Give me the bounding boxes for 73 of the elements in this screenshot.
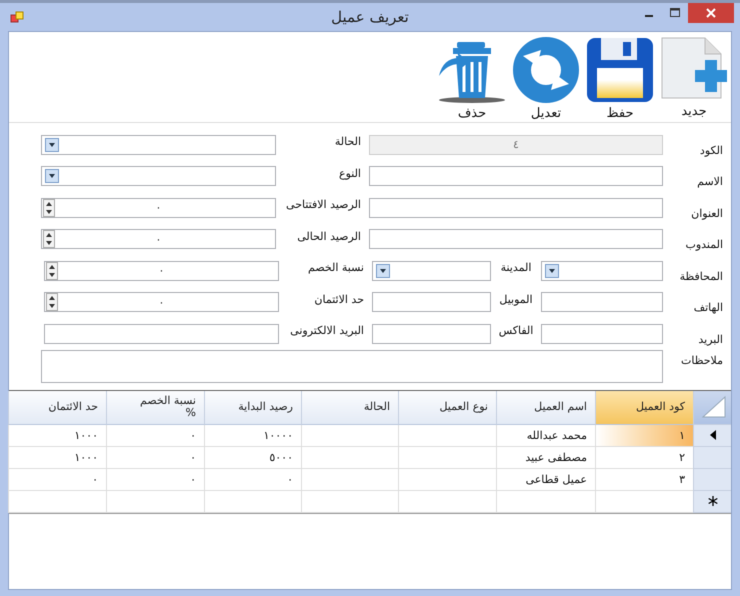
input-field[interactable] bbox=[44, 324, 279, 344]
table-cell: ٠ bbox=[106, 446, 204, 468]
row-header[interactable] bbox=[693, 424, 731, 446]
table-cell: مصطفى عبيد bbox=[496, 446, 595, 468]
field-label: العنوان bbox=[690, 206, 724, 220]
field-label: البريد الالكترونى bbox=[289, 324, 365, 338]
column-header[interactable]: كود العميل bbox=[595, 390, 693, 424]
table-cell: ٠ bbox=[8, 468, 106, 490]
field-label: حد الائتمان bbox=[313, 292, 365, 306]
dropdown-field[interactable] bbox=[372, 260, 491, 281]
spin-arrows-icon bbox=[46, 262, 58, 280]
table-cell: عميل قطاعى bbox=[496, 468, 595, 490]
table-cell: ١٠٠٠ bbox=[8, 424, 106, 446]
field-label: المدينة bbox=[500, 261, 532, 274]
row-header[interactable] bbox=[693, 490, 731, 512]
table-cell: ٣ bbox=[595, 468, 693, 490]
field-label: الرصيد الافتتاحى bbox=[285, 198, 362, 212]
notes-field[interactable] bbox=[41, 350, 663, 382]
table-cell: ٠ bbox=[106, 424, 204, 446]
table-cell: ٢ bbox=[595, 446, 693, 468]
input-field[interactable] bbox=[372, 324, 491, 344]
input-field[interactable] bbox=[369, 166, 663, 186]
spin-arrows-icon bbox=[43, 198, 55, 217]
dropdown-field[interactable] bbox=[541, 260, 663, 281]
input-field[interactable] bbox=[541, 324, 663, 344]
field-label: المحافظة bbox=[678, 270, 724, 282]
app-icon bbox=[10, 11, 24, 23]
dropdown-field[interactable] bbox=[41, 166, 276, 186]
column-header[interactable]: نوع العميل bbox=[398, 390, 496, 424]
spin-arrows-icon bbox=[46, 293, 58, 312]
refresh-icon bbox=[511, 36, 581, 104]
field-label: ملاحظات bbox=[680, 354, 724, 366]
column-header[interactable]: حد الائتمان bbox=[8, 390, 106, 424]
column-header[interactable]: رصيد البداية bbox=[204, 390, 301, 424]
table-cell: ٥٠٠٠ bbox=[204, 446, 301, 468]
field-label: الفاكس bbox=[498, 324, 534, 337]
window-title: تعريف عميل bbox=[331, 8, 409, 26]
dropdown-field[interactable] bbox=[41, 134, 276, 155]
input-field[interactable] bbox=[369, 198, 663, 218]
field-label: نسبة الخصم bbox=[307, 261, 365, 274]
table-cell: ٠ bbox=[106, 468, 204, 490]
number-field[interactable]: ٠ bbox=[41, 229, 276, 250]
close-icon[interactable] bbox=[688, 3, 734, 23]
number-field[interactable]: ٠ bbox=[44, 260, 279, 281]
new-row-asterisk-icon bbox=[708, 496, 718, 506]
toolbar-button[interactable]: تعديل bbox=[509, 32, 583, 122]
toolbar-button[interactable]: حذف bbox=[435, 32, 509, 122]
field-label: الاسم bbox=[696, 175, 724, 188]
input-field[interactable] bbox=[372, 292, 491, 312]
column-header[interactable]: الحالة bbox=[301, 390, 398, 424]
field-label: الموبيل bbox=[498, 292, 534, 306]
number-field[interactable]: ٠ bbox=[44, 292, 279, 312]
current-row-arrow-icon bbox=[710, 430, 716, 440]
table-cell: ١٠٠٠٠ bbox=[204, 424, 301, 446]
input-field[interactable] bbox=[369, 229, 663, 250]
field-label: الرصيد الحالى bbox=[296, 230, 362, 243]
toolbar-button[interactable]: جديد bbox=[657, 32, 731, 122]
table-cell: ١ bbox=[595, 424, 693, 446]
input-field[interactable] bbox=[541, 292, 663, 312]
field-label: البريد bbox=[697, 332, 724, 346]
field-label: المندوب bbox=[684, 238, 724, 251]
field-label: الهاتف bbox=[692, 301, 724, 314]
spin-arrows-icon bbox=[43, 230, 55, 248]
field-label: الكود bbox=[698, 144, 724, 156]
column-header[interactable]: اسم العميل bbox=[496, 390, 595, 424]
column-header[interactable]: نسبة الخصم % bbox=[106, 390, 204, 424]
field-label: النوع bbox=[338, 166, 362, 180]
number-field[interactable]: ٠ bbox=[41, 198, 276, 218]
field-label: الحالة bbox=[334, 135, 362, 148]
toolbar-button[interactable]: حفظ bbox=[583, 32, 657, 122]
table-cell: محمد عبدالله bbox=[496, 424, 595, 446]
table-cell: ٠ bbox=[204, 468, 301, 490]
table-cell: ١٠٠٠ bbox=[8, 446, 106, 468]
